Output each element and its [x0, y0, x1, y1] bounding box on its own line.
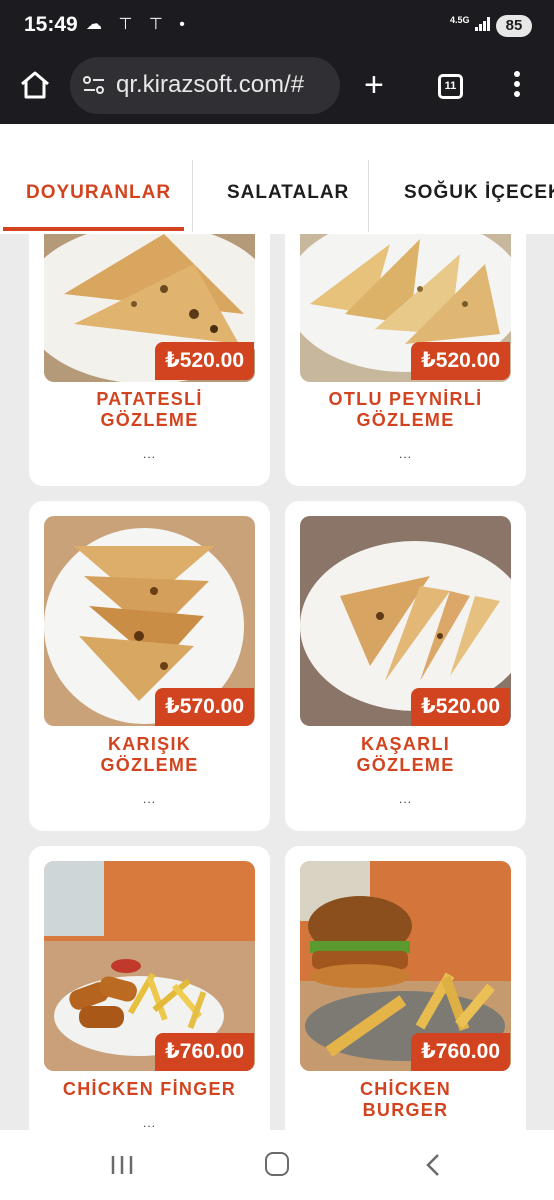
recent-apps-icon[interactable] [110, 1155, 134, 1175]
back-icon[interactable] [423, 1153, 443, 1177]
tab-soguk-icecekler[interactable]: SOĞUK İÇECEKL [404, 182, 554, 204]
tab-doyuranlar[interactable]: DOYURANLAR [26, 182, 171, 204]
product-card[interactable]: ₺760.00 CHİCKEN FİNGER ... [29, 846, 270, 1130]
tab-salatalar[interactable]: SALATALAR [227, 182, 349, 204]
network-type-label: 4.5G [450, 15, 470, 25]
price-badge: ₺520.00 [411, 688, 510, 726]
notification-icons: ☁ ⊤ ⊤ • [86, 16, 191, 33]
product-card[interactable]: ₺520.00 OTLU PEYNİRLİ GÖZLEME ... [285, 234, 526, 486]
product-name[interactable]: CHİCKEN FİNGER [39, 1079, 260, 1100]
product-description: ... [142, 792, 156, 806]
tab-divider [192, 160, 193, 232]
product-card[interactable]: ₺760.00 CHİCKEN BURGER [285, 846, 526, 1130]
price-badge: ₺760.00 [411, 1033, 510, 1071]
product-description: ... [398, 447, 412, 461]
status-bar: 15:49 ☁ ⊤ ⊤ • 4.5G 85 [0, 0, 554, 52]
product-description: ... [398, 792, 412, 806]
product-description: ... [142, 447, 156, 461]
product-name[interactable]: OTLU PEYNİRLİ GÖZLEME [295, 389, 516, 431]
product-card[interactable]: ₺570.00 KARIŞIK GÖZLEME ... [29, 501, 270, 831]
product-grid: ₺520.00 PATATESLİ GÖZLEME ... ₺520.00 OT… [0, 234, 554, 1130]
product-name[interactable]: CHİCKEN BURGER [295, 1079, 516, 1121]
status-time: 15:49 [24, 13, 78, 36]
home-icon[interactable] [19, 70, 51, 100]
tab-switcher-button[interactable]: 11 [438, 74, 463, 99]
system-navigation-bar [0, 1130, 554, 1200]
product-name[interactable]: KARIŞIK GÖZLEME [39, 734, 260, 776]
product-card[interactable]: ₺520.00 KAŞARLI GÖZLEME ... [285, 501, 526, 831]
battery-indicator: 85 [496, 15, 532, 37]
url-text[interactable]: qr.kirazsoft.com/# [116, 71, 304, 99]
product-name[interactable]: PATATESLİ GÖZLEME [39, 389, 260, 431]
price-badge: ₺760.00 [155, 1033, 254, 1071]
price-badge: ₺520.00 [155, 342, 254, 380]
home-button-icon[interactable] [265, 1152, 289, 1176]
site-settings-icon[interactable] [82, 74, 106, 96]
product-name[interactable]: KAŞARLI GÖZLEME [295, 734, 516, 776]
price-badge: ₺520.00 [411, 342, 510, 380]
category-tabs: DOYURANLAR SALATALAR SOĞUK İÇECEKL [0, 124, 554, 234]
price-badge: ₺570.00 [155, 688, 254, 726]
more-menu-icon[interactable] [514, 71, 522, 101]
product-description: ... [142, 1116, 156, 1130]
address-bar[interactable]: qr.kirazsoft.com/# [70, 57, 340, 114]
signal-icon [475, 17, 490, 31]
tab-divider [368, 160, 369, 232]
browser-toolbar: qr.kirazsoft.com/# + 11 [0, 52, 554, 124]
product-card[interactable]: ₺520.00 PATATESLİ GÖZLEME ... [29, 234, 270, 486]
active-tab-indicator [3, 227, 184, 231]
new-tab-icon[interactable]: + [364, 68, 384, 102]
